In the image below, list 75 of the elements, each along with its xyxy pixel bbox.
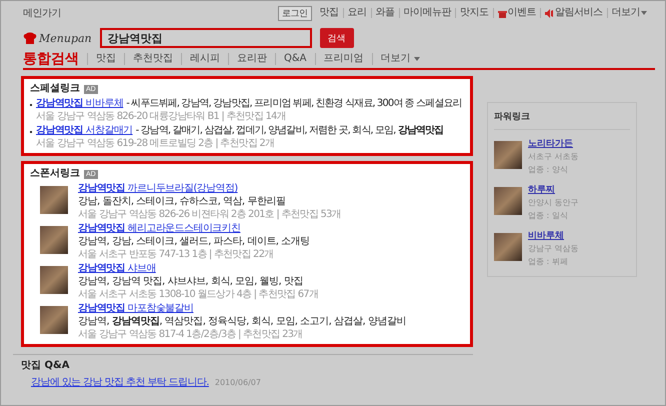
top-nav-label: 마이메뉴판	[404, 8, 451, 18]
top-nav-label: 알림서비스	[555, 8, 602, 18]
date-text: 2010/06/07	[214, 377, 261, 389]
top-nav-link[interactable]: 더보기	[606, 8, 651, 18]
question-link[interactable]: 강남에 있는 강남 맛집 추천 부탁 드립니다.	[31, 377, 209, 389]
address-text: 서울 강남구 역삼동 817-4 1층/2층/3층 | 추천맛집 23개	[78, 329, 304, 340]
top-nav-link[interactable]: 와플	[370, 8, 398, 18]
photo-placeholder	[40, 306, 68, 334]
tag-list: 강남역, 강남, 스테이크, 샐러드, 파스타, 데이트, 소개팅	[78, 236, 310, 248]
photo-placeholder	[494, 233, 522, 261]
address-text: 서울 강남구 역삼동 826-26 비젼타워 2층 201호 | 추천맛집 53개	[78, 209, 341, 220]
category-text: 업종 : 일식	[528, 210, 569, 222]
address-text: 서울 강남구 역삼동 619-28 메트로빌딩 2층 | 추천맛집 2개	[36, 138, 276, 149]
section-title: 파워링크	[494, 111, 630, 130]
tag-list: 강남, 돌잔치, 스테이크, 슈하스코, 역삼, 무한리필	[78, 196, 341, 208]
search-button[interactable]: 검색	[320, 28, 354, 48]
address-text: 서울 서초구 반포동 747-13 1층 | 추천맛집 22개	[78, 249, 274, 260]
photo-placeholder	[494, 187, 522, 215]
tab[interactable]: 통합검색	[23, 53, 87, 65]
top-nav-label: 더보기	[612, 8, 640, 18]
tab[interactable]: 요리판	[228, 53, 275, 65]
gift-icon	[498, 8, 506, 18]
restaurant-link[interactable]: 노리타가든	[528, 138, 579, 150]
chef-hat-icon	[23, 32, 37, 44]
section-title: 스페셜링크	[30, 83, 80, 95]
area-text: 서초구 서초동	[528, 151, 579, 163]
speaker-icon	[545, 8, 554, 18]
logo-text: Menupan	[39, 32, 92, 44]
tab[interactable]: 맛집	[87, 53, 124, 65]
tab[interactable]: 레시피	[181, 53, 228, 65]
top-nav-link[interactable]: 마이메뉴판	[398, 8, 455, 18]
area-text: 안양시 동안구	[528, 197, 579, 209]
tab[interactable]: 프리미엄	[314, 53, 372, 65]
photo-placeholder	[494, 141, 522, 169]
top-nav-label: 와플	[376, 8, 394, 18]
address-text: 서울 서초구 서초동 1308-10 월드상가 4층 | 추천맛집 67개	[78, 289, 318, 300]
description: - 강남역, 갈매기, 삼겹살, 껍데기, 양념갈비, 저렴한 곳, 회식, 모임, 강남역맛집	[136, 125, 444, 137]
restaurant-link[interactable]: 강남역맛집 마포참숯불갈비	[78, 303, 406, 315]
top-nav-link[interactable]: 맛지도	[455, 8, 492, 18]
photo-placeholder	[40, 226, 68, 254]
area-text: 강남구 역삼동	[528, 243, 579, 255]
category-text: 업종 : 양식	[528, 164, 569, 176]
restaurant-link[interactable]: 강남역맛집 까르니두브라질(강남역점)	[78, 183, 341, 195]
top-nav-link[interactable]: 요리	[342, 8, 370, 18]
top-nav-label: 이벤트	[508, 8, 536, 18]
section-title: 스폰서링크	[30, 168, 80, 180]
restaurant-link[interactable]: 강남역맛집 샤브애	[78, 263, 318, 275]
tag-list: 강남역, 강남역맛집, 역삼맛집, 정육식당, 회식, 모임, 소고기, 삼겹살, 양념갈비	[78, 316, 406, 328]
restaurant-link[interactable]: 강남역맛집 서창갈매기	[36, 125, 133, 137]
category-text: 업종 : 뷔페	[528, 256, 569, 268]
tag-list: 강남역, 강남역 맛집, 샤브샤브, 회식, 모임, 웰빙, 맛집	[78, 276, 318, 288]
tab[interactable]: 추천맛집	[124, 53, 181, 65]
restaurant-link[interactable]: 강남역맛집 비바루체	[36, 98, 124, 110]
search-field[interactable]: 강남역맛집	[100, 28, 312, 48]
photo-placeholder	[40, 186, 68, 214]
caret-icon	[414, 57, 420, 61]
logo[interactable]: Menupan	[23, 32, 92, 44]
restaurant-link[interactable]: 하루찌	[528, 184, 579, 196]
tab[interactable]: 더보기	[372, 53, 428, 65]
restaurant-link[interactable]: 비바루체	[528, 230, 579, 242]
address-text: 서울 강남구 역삼동 826-20 대륭강남타워 B1 | 추천맛집 14개	[36, 111, 287, 122]
caret-icon	[641, 11, 647, 15]
top-nav-link[interactable]: 이벤트	[492, 8, 540, 18]
login-button[interactable]: 로그인	[278, 6, 312, 20]
top-nav-link[interactable]: 맛집	[316, 8, 342, 18]
top-nav-label: 맛집	[320, 8, 338, 18]
section-title: 맛집 Q&A	[21, 360, 70, 372]
description: - 씨푸드뷔페, 강남역, 강남맛집, 프리미엄 뷔페, 친환경 식재료, 300여 종 스페셜요리	[126, 98, 462, 110]
top-nav-link[interactable]: 알림서비스	[540, 8, 606, 18]
top-nav-label: 맛지도	[460, 8, 488, 18]
photo-placeholder	[40, 266, 68, 294]
tab[interactable]: Q&A	[275, 53, 315, 65]
restaurant-link[interactable]: 강남역맛집 헤리고라운드스테이크키친	[78, 223, 310, 235]
home-link[interactable]: 메인가기	[23, 6, 61, 20]
top-nav-label: 요리	[348, 8, 366, 18]
